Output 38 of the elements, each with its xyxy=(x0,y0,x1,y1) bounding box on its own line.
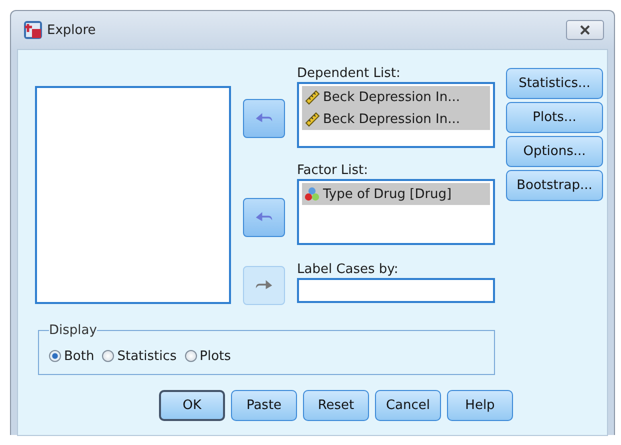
list-item[interactable]: Beck Depression In... xyxy=(302,108,490,130)
dialog-button[interactable]: Help xyxy=(447,390,513,421)
radio-button[interactable] xyxy=(49,350,61,362)
ruler-icon xyxy=(304,111,320,127)
display-group-title: Display xyxy=(49,323,97,338)
dialog-button[interactable]: Statistics... xyxy=(506,68,603,99)
list-item[interactable]: Beck Depression In... xyxy=(302,86,490,108)
close-button[interactable] xyxy=(566,20,604,40)
dialog-button[interactable]: Options... xyxy=(506,136,603,167)
dialog-button[interactable]: Plots... xyxy=(506,102,603,133)
radio-option[interactable]: Plots xyxy=(184,348,231,364)
radio-button[interactable] xyxy=(184,350,197,362)
dialog-button[interactable]: Bootstrap... xyxy=(506,170,603,201)
dialog-button[interactable]: Cancel xyxy=(375,390,441,421)
left-arrow-icon xyxy=(255,211,273,224)
dialog-button[interactable]: OK xyxy=(159,390,225,421)
radio-option[interactable]: Both xyxy=(49,348,94,364)
label-cases-label: Label Cases by: xyxy=(297,261,400,278)
right-arrow-icon xyxy=(255,279,273,292)
label-cases-field[interactable] xyxy=(297,278,495,303)
circles-icon xyxy=(304,186,320,202)
move-button[interactable] xyxy=(243,198,285,237)
ruler-icon xyxy=(304,89,320,105)
window-title: Explore xyxy=(47,22,97,38)
factor-list[interactable]: Type of Drug [Drug] xyxy=(297,179,495,245)
variable-list[interactable] xyxy=(35,86,231,304)
dependent-list-label: Dependent List: xyxy=(297,65,402,82)
dependent-list[interactable]: Beck Depression In... Beck Depression In... xyxy=(297,82,495,148)
factor-list-label: Factor List: xyxy=(297,162,370,179)
close-icon xyxy=(579,25,591,35)
radio-button[interactable] xyxy=(102,350,114,362)
dialog-button[interactable]: Paste xyxy=(231,390,297,421)
app-icon xyxy=(23,20,43,40)
list-item[interactable]: Type of Drug [Drug] xyxy=(302,183,490,205)
move-button[interactable] xyxy=(243,99,285,138)
left-arrow-icon xyxy=(255,112,273,125)
radio-option[interactable]: Statistics xyxy=(102,348,177,364)
dialog-button[interactable]: Reset xyxy=(303,390,369,421)
